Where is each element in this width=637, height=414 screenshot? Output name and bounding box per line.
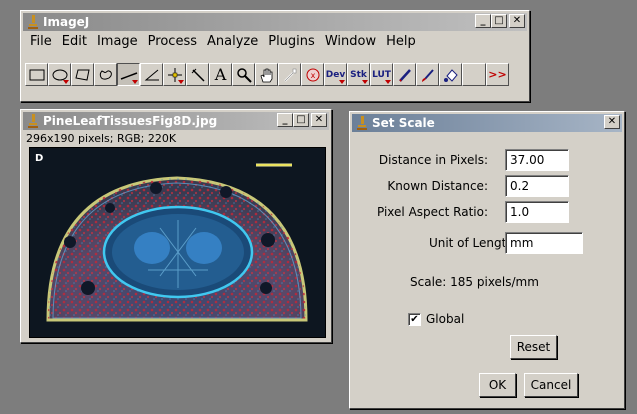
image-window: PineLeafTissuesFig8D.jpg _ □ ✕ 296x190 p… <box>20 109 332 343</box>
image-info-line: 296x190 pixels; RGB; 220K <box>26 132 177 145</box>
hand-tool-icon[interactable] <box>255 63 278 86</box>
set-scale-titlebar[interactable]: Set Scale ✕ <box>352 114 622 132</box>
cancel-button[interactable]: Cancel <box>524 373 578 397</box>
known-distance-field[interactable]: 0.2 <box>505 175 569 197</box>
toolbar: A x Dev Stk LUT >> <box>25 63 509 86</box>
image-titlebar[interactable]: PineLeafTissuesFig8D.jpg _ □ ✕ <box>23 112 329 130</box>
close-button[interactable]: ✕ <box>509 14 525 28</box>
dev-tool-button[interactable]: Dev <box>324 63 347 86</box>
flood-fill-icon[interactable] <box>439 63 462 86</box>
close-button[interactable]: ✕ <box>604 115 620 129</box>
microscope-icon <box>28 114 38 128</box>
polygon-tool-icon[interactable] <box>71 63 94 86</box>
microscope-icon <box>357 116 367 130</box>
magnifier-icon[interactable] <box>232 63 255 86</box>
menu-window[interactable]: Window <box>320 33 381 51</box>
pixel-aspect-ratio-label: Pixel Aspect Ratio: <box>377 205 488 219</box>
scale-readout: Scale: 185 pixels/mm <box>410 275 539 289</box>
imagej-main-window: ImageJ _ □ ✕ File Edit Image Process Ana… <box>20 10 530 102</box>
stk-tool-button[interactable]: Stk <box>347 63 370 86</box>
pencil-icon[interactable] <box>393 63 416 86</box>
minimize-button[interactable]: _ <box>475 14 491 28</box>
record-icon[interactable]: x <box>301 63 324 86</box>
set-scale-title: Set Scale <box>372 116 435 130</box>
angle-tool-icon[interactable] <box>140 63 163 86</box>
ok-button[interactable]: OK <box>479 373 516 397</box>
menu-edit[interactable]: Edit <box>57 33 92 51</box>
imagej-titlebar[interactable]: ImageJ _ □ ✕ <box>23 13 527 31</box>
svg-text:x: x <box>310 71 315 80</box>
wand-tool-icon[interactable] <box>186 63 209 86</box>
point-tool-icon[interactable] <box>163 63 186 86</box>
maximize-button[interactable]: □ <box>491 14 507 28</box>
image-canvas[interactable]: D <box>29 147 326 338</box>
imagej-title: ImageJ <box>43 15 90 29</box>
freehand-tool-icon[interactable] <box>94 63 117 86</box>
global-label: Global <box>426 312 465 326</box>
pine-leaf-micrograph: D <box>35 153 308 322</box>
reset-button[interactable]: Reset <box>510 335 557 359</box>
maximize-button[interactable]: □ <box>293 113 309 127</box>
color-picker-icon[interactable] <box>278 63 301 86</box>
menu-analyze[interactable]: Analyze <box>202 33 263 51</box>
panel-letter: D <box>35 153 43 164</box>
menu-help[interactable]: Help <box>381 33 421 51</box>
known-distance-label: Known Distance: <box>387 179 488 193</box>
more-tools-button[interactable]: >> <box>486 63 509 86</box>
rectangle-tool-icon[interactable] <box>25 63 48 86</box>
brush-icon[interactable] <box>416 63 439 86</box>
unit-of-length-field[interactable]: mm <box>505 232 583 254</box>
text-tool-icon[interactable]: A <box>209 63 232 86</box>
distance-label: Distance in Pixels: <box>378 153 488 167</box>
set-scale-dialog: Set Scale ✕ Distance in Pixels: 37.00 Kn… <box>349 111 625 409</box>
minimize-button[interactable]: _ <box>277 113 293 127</box>
oval-tool-icon[interactable] <box>48 63 71 86</box>
lut-tool-button[interactable]: LUT <box>370 63 393 86</box>
menu-plugins[interactable]: Plugins <box>263 33 320 51</box>
menu-process[interactable]: Process <box>143 33 202 51</box>
menubar: File Edit Image Process Analyze Plugins … <box>25 33 421 51</box>
menu-file[interactable]: File <box>25 33 57 51</box>
distance-in-pixels-field[interactable]: 37.00 <box>505 149 569 171</box>
menu-image[interactable]: Image <box>92 33 143 51</box>
empty-tool-slot <box>462 63 486 86</box>
line-tool-icon[interactable] <box>117 63 140 86</box>
microscope-icon <box>28 15 38 29</box>
image-title: PineLeafTissuesFig8D.jpg <box>43 114 218 128</box>
close-button[interactable]: ✕ <box>311 113 327 127</box>
pixel-aspect-ratio-field[interactable]: 1.0 <box>505 201 569 223</box>
global-checkbox[interactable]: ✔ <box>408 313 421 326</box>
